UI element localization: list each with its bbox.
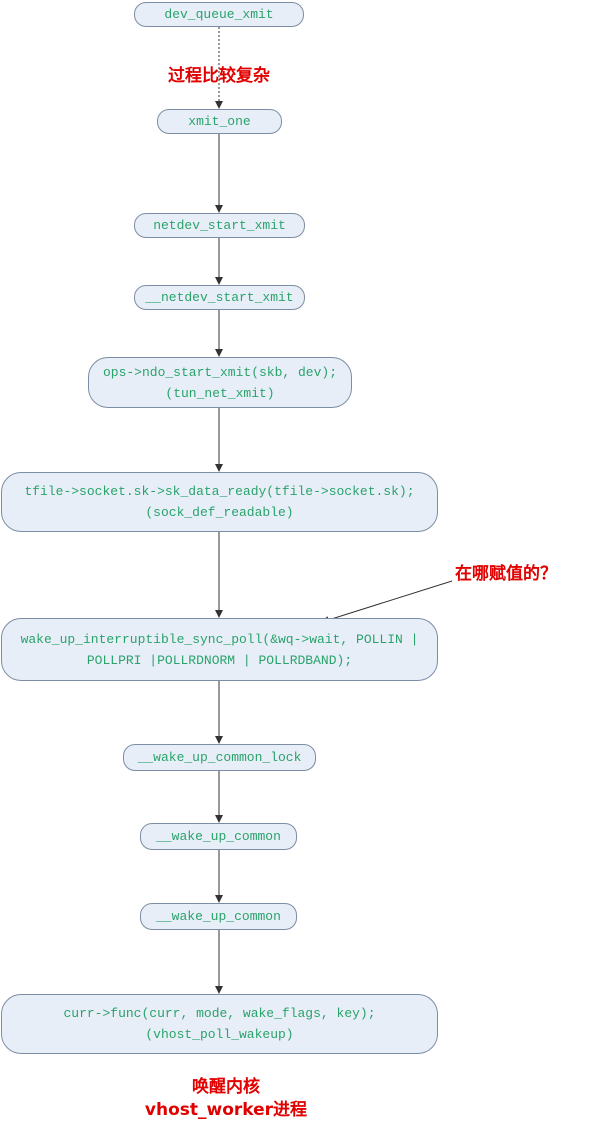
annotation-arrow [321, 580, 453, 624]
node-inner-netdev-start-xmit: __netdev_start_xmit [134, 285, 305, 310]
node-label-line1: ops->ndo_start_xmit(skb, dev); [102, 364, 338, 380]
node-wake-up-interruptible-sync-poll: wake_up_interruptible_sync_poll(&wq->wai… [1, 618, 438, 681]
node-ndo-start-xmit: ops->ndo_start_xmit(skb, dev); (tun_net_… [88, 357, 352, 408]
node-sk-data-ready: tfile->socket.sk->sk_data_ready(tfile->s… [1, 472, 438, 532]
node-label: __wake_up_common [156, 829, 281, 844]
node-label: __netdev_start_xmit [145, 290, 294, 305]
node-label-line1: tfile->socket.sk->sk_data_ready(tfile->s… [24, 484, 415, 499]
node-wake-up-common-1: __wake_up_common [140, 823, 297, 850]
note-where-assigned: 在哪赋值的？ [455, 564, 557, 584]
note-vhost-worker: vhost_worker进程 [144, 1100, 308, 1120]
node-wake-up-common-2: __wake_up_common [140, 903, 297, 930]
node-curr-func: curr->func(curr, mode, wake_flags, key);… [1, 994, 438, 1054]
node-label: xmit_one [188, 114, 251, 129]
node-label-line2: POLLPRI |POLLRDNORM | POLLRDBAND); [86, 652, 353, 668]
node-label-line2: (tun_net_xmit) [165, 385, 275, 401]
node-label-line2: (sock_def_readable) [145, 505, 294, 520]
node-label-line1: curr->func(curr, mode, wake_flags, key); [63, 1006, 376, 1021]
note-wakeup-kernel: 唤醒内核 [192, 1077, 260, 1097]
node-xmit-one: xmit_one [157, 109, 282, 134]
node-label: __wake_up_common [156, 909, 281, 924]
node-label: __wake_up_common_lock [137, 750, 302, 765]
node-dev-queue-xmit: dev_queue_xmit [134, 2, 304, 27]
note-complex-process: 过程比较复杂 [168, 66, 270, 86]
node-wake-up-common-lock: __wake_up_common_lock [123, 744, 316, 771]
node-label: dev_queue_xmit [164, 7, 274, 22]
node-label-line2: (vhost_poll_wakeup) [145, 1027, 294, 1042]
node-label-line1: wake_up_interruptible_sync_poll(&wq->wai… [20, 631, 419, 647]
node-label: netdev_start_xmit [153, 218, 286, 233]
node-netdev-start-xmit: netdev_start_xmit [134, 213, 305, 238]
